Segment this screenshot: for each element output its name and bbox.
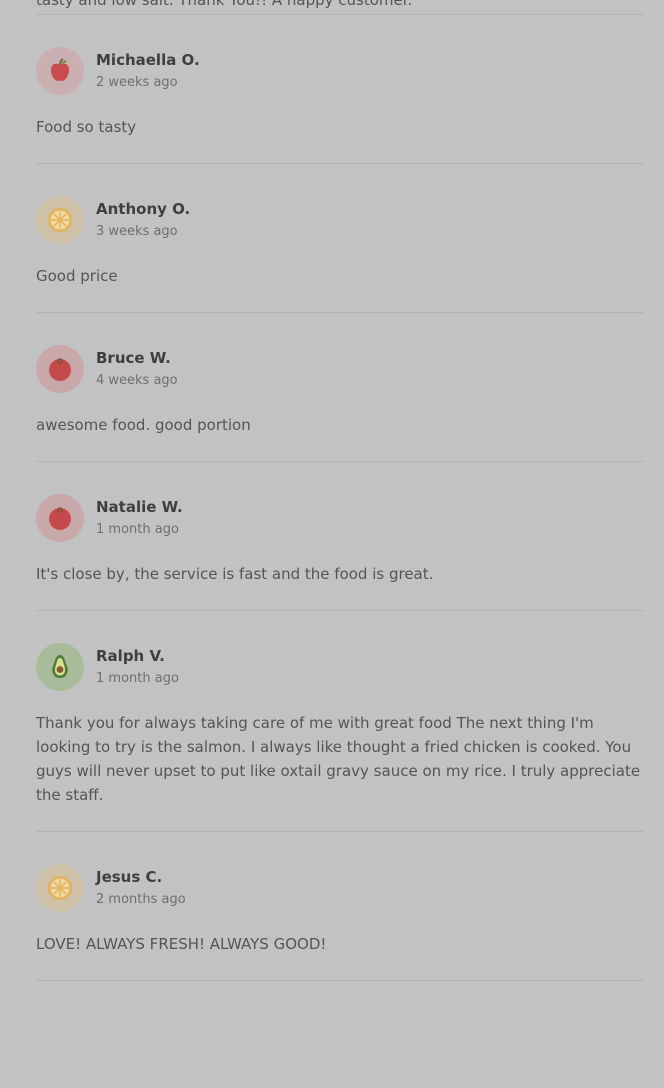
review-date: 3 weeks ago — [96, 224, 178, 239]
tomato-icon — [36, 345, 84, 393]
reviewer-name: Bruce W. — [96, 349, 171, 367]
review-header: Michaella O. 2 weeks ago — [36, 47, 644, 95]
review-header: Ralph V. 1 month ago — [36, 643, 644, 691]
reviewer-name: Jesus C. — [96, 868, 163, 886]
previous-review-text: tasty and low salt. Thank You!! A happy … — [36, 0, 413, 9]
review-header: Anthony O. 3 weeks ago — [36, 196, 644, 244]
reviews-list: tasty and low salt. Thank You!! A happy … — [36, 0, 644, 981]
reviewer-name: Natalie W. — [96, 498, 183, 516]
review-date: 4 weeks ago — [96, 373, 178, 388]
review-text: It's close by, the service is fast and t… — [36, 565, 434, 583]
review-text: awesome food. good portion — [36, 416, 251, 434]
review-text: Food so tasty — [36, 118, 137, 136]
tomato-icon — [36, 494, 84, 542]
review-header: Bruce W. 4 weeks ago — [36, 345, 644, 393]
review-item: Bruce W. 4 weeks ago awesome food. good … — [36, 313, 644, 461]
reviewer-name: Anthony O. — [96, 200, 191, 218]
divider — [36, 980, 644, 981]
avocado-icon — [36, 643, 84, 691]
review-item: Jesus C. 2 months ago LOVE! ALWAYS FRESH… — [36, 832, 644, 980]
review-item: Natalie W. 1 month ago It's close by, th… — [36, 462, 644, 610]
orange-slice-icon — [36, 196, 84, 244]
review-date: 1 month ago — [96, 522, 179, 537]
review-date: 1 month ago — [96, 671, 179, 686]
review-header: Natalie W. 1 month ago — [36, 494, 644, 542]
review-header: Jesus C. 2 months ago — [36, 864, 644, 912]
review-item: Michaella O. 2 weeks ago Food so tasty — [36, 15, 644, 163]
review-text: LOVE! ALWAYS FRESH! ALWAYS GOOD! — [36, 935, 327, 953]
reviewer-name: Ralph V. — [96, 647, 165, 665]
review-date: 2 weeks ago — [96, 75, 178, 90]
review-date: 2 months ago — [96, 892, 186, 907]
review-item: Anthony O. 3 weeks ago Good price — [36, 164, 644, 312]
orange-slice-icon — [36, 864, 84, 912]
reviewer-name: Michaella O. — [96, 51, 200, 69]
review-text: Good price — [36, 267, 118, 285]
review-item: Ralph V. 1 month ago Thank you for alway… — [36, 611, 644, 831]
apple-icon — [36, 47, 84, 95]
review-text: Thank you for always taking care of me w… — [36, 714, 641, 804]
